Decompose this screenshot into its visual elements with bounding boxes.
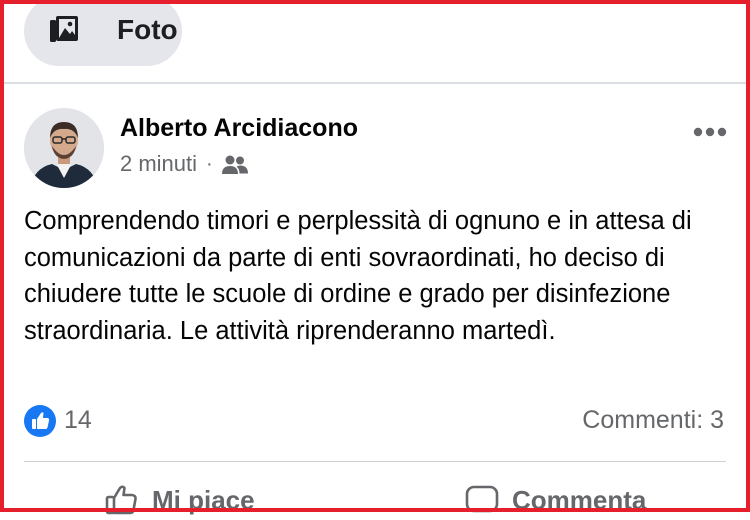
more-options-icon[interactable] xyxy=(690,124,730,140)
comments-count[interactable]: Commenti: 3 xyxy=(582,406,724,435)
photo-button[interactable]: Foto xyxy=(24,0,182,66)
comment-bubble-icon xyxy=(465,485,499,513)
avatar-portrait xyxy=(24,108,104,188)
comment-button[interactable]: Commenta xyxy=(464,480,646,520)
avatar[interactable] xyxy=(24,108,104,188)
like-button[interactable]: Mi piace xyxy=(104,480,255,520)
comment-button-label: Commenta xyxy=(512,484,647,515)
like-reaction-icon[interactable] xyxy=(24,405,56,437)
photo-gallery-icon xyxy=(50,16,78,42)
post-time[interactable]: 2 minuti xyxy=(120,151,197,177)
divider xyxy=(24,461,726,462)
photo-label: Foto xyxy=(117,14,178,45)
like-count[interactable]: 14 xyxy=(64,406,92,435)
meta-separator: · xyxy=(206,152,213,175)
group-audience-icon[interactable] xyxy=(221,154,249,176)
like-button-label: Mi piace xyxy=(152,484,255,515)
post-author[interactable]: Alberto Arcidiacono xyxy=(120,114,358,143)
divider xyxy=(4,82,746,84)
post-body: Comprendendo timori e perplessità di ogn… xyxy=(24,207,692,345)
post-meta: 2 minuti · xyxy=(120,151,249,177)
thumbs-up-outline-icon xyxy=(105,485,137,515)
